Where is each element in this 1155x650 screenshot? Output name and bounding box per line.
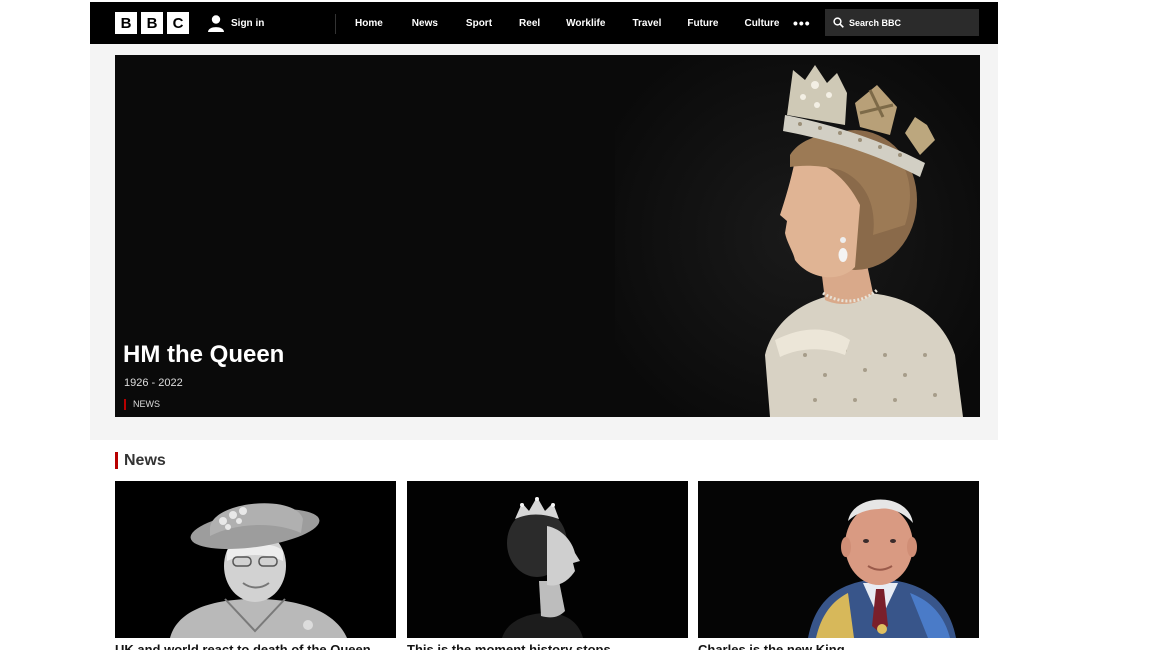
nav-future[interactable]: Future [687, 18, 718, 29]
nav-home[interactable]: Home [355, 18, 383, 29]
sign-in-label: Sign in [231, 17, 265, 29]
logo-letter-b1: B [115, 12, 137, 34]
news-card-3-headline: Charles is the new King [698, 642, 845, 650]
queen-hat-portrait-image [115, 481, 396, 638]
news-card-2-headline: This is the moment history stops [407, 642, 611, 650]
search-input[interactable]: Search BBC [825, 9, 979, 36]
main-nav: Home News Sport Reel Worklife Travel Fut… [355, 2, 779, 44]
hero-card[interactable]: HM the Queen 1926 - 2022 NEWS [115, 55, 980, 417]
hero-tag[interactable]: NEWS [124, 399, 160, 410]
news-card-1-headline: UK and world react to death of the Queen [115, 642, 371, 650]
logo-letter-b2: B [141, 12, 163, 34]
user-icon [208, 15, 224, 32]
news-card-3[interactable]: Charles is the new King [698, 481, 979, 650]
top-navigation-bar: B B C Sign in Home News Sport Reel Workl… [90, 2, 998, 44]
nav-news[interactable]: News [412, 18, 438, 29]
divider [335, 14, 336, 34]
hero-subtitle: 1926 - 2022 [124, 377, 183, 389]
nav-culture[interactable]: Culture [744, 18, 779, 29]
hero-title: HM the Queen [123, 341, 285, 368]
logo-letter-c: C [167, 12, 189, 34]
news-card-1[interactable]: UK and world react to death of the Queen [115, 481, 396, 650]
news-card-2[interactable]: This is the moment history stops [407, 481, 688, 650]
nav-reel[interactable]: Reel [519, 18, 540, 29]
more-menu-button[interactable]: ••• [793, 15, 811, 31]
news-section-heading[interactable]: News [115, 452, 166, 469]
queen-portrait-image [615, 55, 980, 417]
young-queen-profile-image [407, 481, 688, 638]
hero-section: HM the Queen 1926 - 2022 NEWS [90, 44, 998, 440]
search-icon [833, 17, 844, 28]
king-charles-portrait-image [698, 481, 979, 638]
nav-worklife[interactable]: Worklife [566, 18, 605, 29]
nav-travel[interactable]: Travel [632, 18, 661, 29]
sign-in-button[interactable]: Sign in [207, 14, 264, 32]
search-placeholder: Search BBC [849, 17, 902, 28]
bbc-logo[interactable]: B B C [115, 12, 189, 34]
nav-sport[interactable]: Sport [466, 18, 492, 29]
